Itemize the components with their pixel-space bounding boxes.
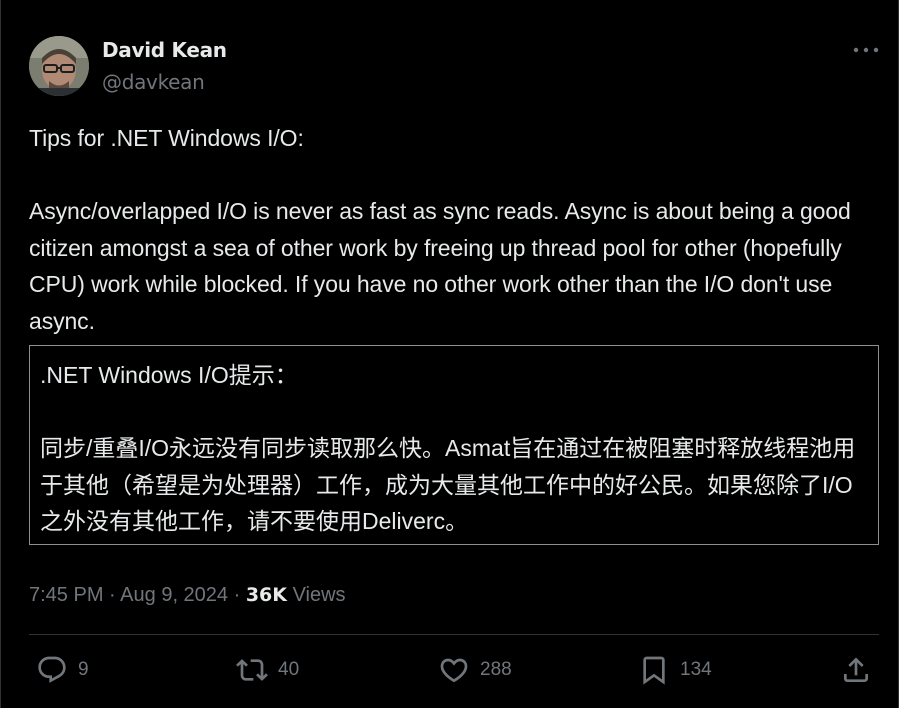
share-button[interactable] xyxy=(840,650,872,690)
share-icon xyxy=(844,657,868,682)
post-meta: 7:45 PM · Aug 9, 2024 · 36K Views xyxy=(29,584,346,607)
post-paragraph-2: Async/overlapped I/O is never as fast as… xyxy=(29,198,858,334)
translation-line-2: 同步/重叠I/O永远没有同步读取那么快。Asmat旨在通过在被阻塞时释放线程池用… xyxy=(40,435,856,534)
repost-icon xyxy=(236,659,268,681)
divider xyxy=(29,634,879,635)
bookmark-icon xyxy=(643,656,665,685)
post-date[interactable]: Aug 9, 2024 xyxy=(120,584,228,606)
author-name[interactable]: David Kean xyxy=(102,38,227,62)
like-button[interactable]: 288 xyxy=(438,650,512,690)
repost-count: 40 xyxy=(278,659,300,680)
reply-button[interactable]: 9 xyxy=(36,650,89,690)
bookmark-count: 134 xyxy=(680,659,712,680)
post-time[interactable]: 7:45 PM xyxy=(29,584,103,606)
action-bar: 9 40 288 134 xyxy=(1,650,899,690)
more-options-button[interactable] xyxy=(852,40,880,60)
views-count: 36K xyxy=(245,584,287,606)
translation-spacer xyxy=(40,394,868,431)
author-handle[interactable]: @davkean xyxy=(102,70,205,94)
like-count: 288 xyxy=(480,659,512,680)
post-text: Tips for .NET Windows I/O: Async/overlap… xyxy=(29,120,879,339)
translation-line-1: .NET Windows I/O提示： xyxy=(40,362,298,388)
meta-separator: · xyxy=(233,584,246,606)
post-frame: David Kean @davkean Tips for .NET Window… xyxy=(0,0,899,708)
avatar-image xyxy=(29,36,89,96)
avatar[interactable] xyxy=(29,36,89,96)
translation-box: .NET Windows I/O提示： 同步/重叠I/O永远没有同步读取那么快。… xyxy=(29,345,879,545)
reply-count: 9 xyxy=(78,659,89,680)
like-icon xyxy=(440,658,468,683)
views-label: Views xyxy=(292,584,346,606)
reply-icon xyxy=(38,656,66,683)
meta-separator: · xyxy=(109,584,121,606)
bookmark-button[interactable]: 134 xyxy=(638,650,712,690)
repost-button[interactable]: 40 xyxy=(236,650,299,690)
paragraph-spacer xyxy=(29,157,879,194)
post-paragraph-1: Tips for .NET Windows I/O: xyxy=(29,125,304,151)
more-icon xyxy=(853,47,879,53)
